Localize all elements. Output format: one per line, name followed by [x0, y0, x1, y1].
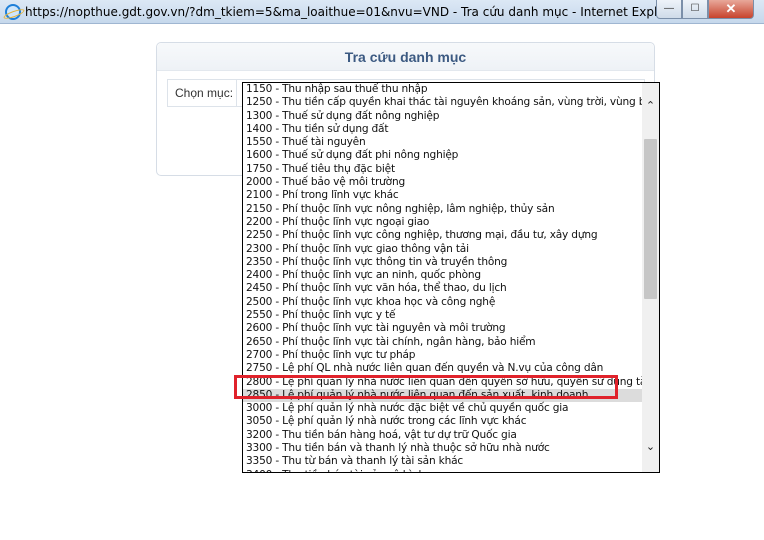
dropdown-option[interactable]: 1750 - Thuế tiêu thụ đặc biệt — [243, 163, 642, 176]
dropdown-option[interactable]: 3050 - Lệ phí quản lý nhà nước trong các… — [243, 415, 642, 428]
dropdown-option[interactable]: 3000 - Lệ phí quản lý nhà nước đặc biệt … — [243, 402, 642, 415]
dropdown-option[interactable]: 2750 - Lệ phí QL nhà nước liên quan đến … — [243, 362, 642, 375]
scroll-down-icon[interactable]: ⌄ — [642, 439, 659, 456]
dropdown-scrollbar[interactable]: ⌃ ⌄ — [642, 83, 659, 472]
dropdown-option[interactable]: 2650 - Phí thuộc lĩnh vực tài chính, ngâ… — [243, 336, 642, 349]
dropdown-option[interactable]: 2250 - Phí thuộc lĩnh vực công nghiệp, t… — [243, 229, 642, 242]
dropdown-option[interactable]: 2400 - Phí thuộc lĩnh vực an ninh, quốc … — [243, 269, 642, 282]
dropdown-option[interactable]: 2700 - Phí thuộc lĩnh vực tư pháp — [243, 349, 642, 362]
dropdown-option[interactable]: 2300 - Phí thuộc lĩnh vực giao thông vận… — [243, 243, 642, 256]
dropdown-option[interactable]: 2800 - Lệ phí quản lý nhà nước liên quan… — [243, 376, 642, 389]
dropdown-option[interactable]: 1550 - Thuế tài nguyên — [243, 136, 642, 149]
dropdown-option[interactable]: 2850 - Lệ phí quản lý nhà nước liên quan… — [243, 388, 642, 403]
dropdown-option[interactable]: 2350 - Phí thuộc lĩnh vực thông tin và t… — [243, 256, 642, 269]
dropdown-option[interactable]: 2450 - Phí thuộc lĩnh vực văn hóa, thể t… — [243, 282, 642, 295]
scroll-up-icon[interactable]: ⌃ — [642, 98, 659, 115]
internet-explorer-icon — [5, 4, 21, 20]
category-dropdown-list[interactable]: 1150 - Thu nhập sau thuế thu nhập 1250 - … — [242, 82, 660, 473]
dropdown-option[interactable]: 2600 - Phí thuộc lĩnh vực tài nguyên và … — [243, 322, 642, 335]
window-title: https://nopthue.gdt.gov.vn/?dm_tkiem=5&m… — [25, 5, 682, 19]
minimize-button[interactable]: — — [656, 0, 682, 19]
dropdown-option[interactable]: 3300 - Thu tiền bán và thanh lý nhà thuộ… — [243, 442, 642, 455]
dropdown-option[interactable]: 2200 - Phí thuộc lĩnh vực ngoại giao — [243, 216, 642, 229]
close-button[interactable]: ✕ — [708, 0, 754, 19]
field-divider — [236, 80, 237, 106]
dropdown-option[interactable]: 1600 - Thuế sử dụng đất phi nông nghiệp — [243, 149, 642, 162]
dropdown-option[interactable]: 2150 - Phí thuộc lĩnh vực nông nghiệp, l… — [243, 203, 642, 216]
dialog-title: Tra cứu danh mục — [344, 49, 467, 65]
dropdown-option[interactable]: 3400 - Thu tiền bán tài sản vô hình — [243, 469, 642, 472]
dropdown-option[interactable]: 1150 - Thu nhập sau thuế thu nhập — [243, 83, 642, 96]
dropdown-option[interactable]: 1250 - Thu tiền cấp quyền khai thác tài … — [243, 96, 642, 109]
dropdown-option[interactable]: 2100 - Phí trong lĩnh vực khác — [243, 189, 642, 202]
dropdown-option[interactable]: 3200 - Thu tiền bán hàng hoá, vật tư dự … — [243, 429, 642, 442]
dropdown-option[interactable]: 3350 - Thu từ bán và thanh lý tài sản kh… — [243, 455, 642, 468]
dialog-header: Tra cứu danh mục — [157, 43, 654, 71]
scroll-thumb[interactable] — [644, 139, 657, 299]
dropdown-option[interactable]: 1400 - Thu tiền sử dụng đất — [243, 123, 642, 136]
dropdown-option[interactable]: 2500 - Phí thuộc lĩnh vực khoa học và cô… — [243, 296, 642, 309]
dropdown-option[interactable]: 2000 - Thuế bảo vệ môi trường — [243, 176, 642, 189]
maximize-button[interactable]: ☐ — [682, 0, 708, 19]
dropdown-option[interactable]: 1300 - Thuế sử dụng đất nông nghiệp — [243, 110, 642, 123]
window-title-bar: https://nopthue.gdt.gov.vn/?dm_tkiem=5&m… — [0, 0, 764, 24]
category-field-label: Chọn mục: — [175, 86, 234, 100]
category-options: 1150 - Thu nhập sau thuế thu nhập 1250 - … — [243, 83, 642, 472]
dropdown-option[interactable]: 2550 - Phí thuộc lĩnh vực y tế — [243, 309, 642, 322]
